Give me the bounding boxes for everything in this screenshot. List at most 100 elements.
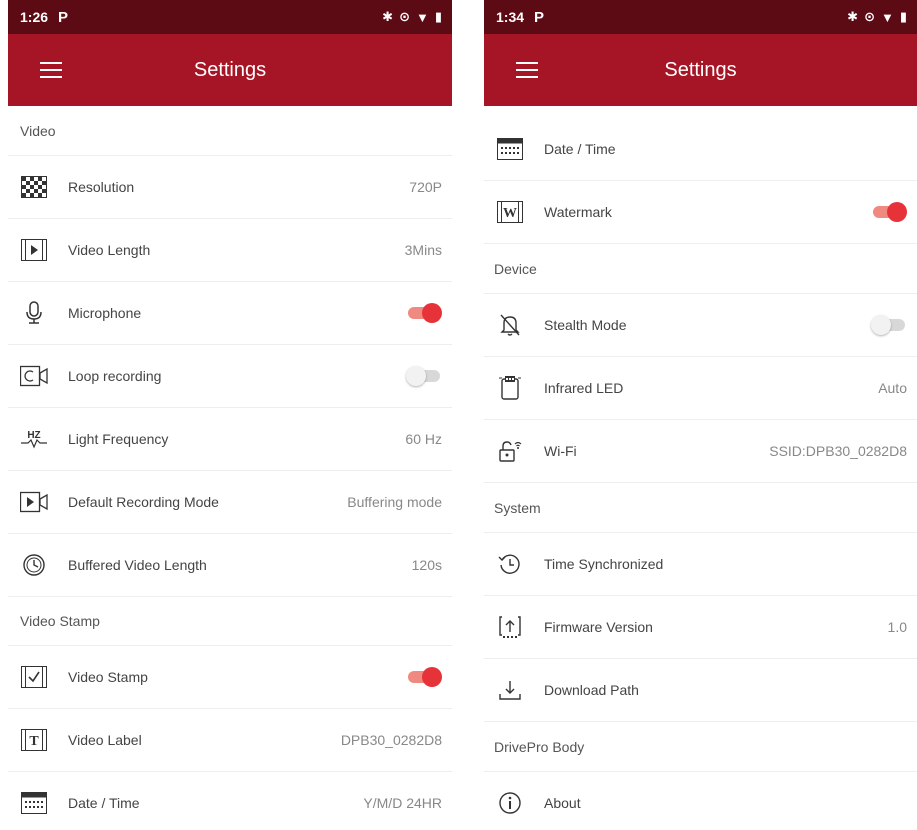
status-icons: ✱ ⊙ ▼ ▮ xyxy=(382,9,442,25)
setting-label: Download Path xyxy=(544,682,639,698)
calendar-icon xyxy=(20,789,48,817)
parking-icon: P xyxy=(534,8,545,26)
page-title: Settings xyxy=(193,58,267,81)
status-bar: 1:34 P ✱ ⊙ ▼ ▮ xyxy=(484,0,917,34)
setting-label: Light Frequency xyxy=(68,431,169,447)
microphone-toggle[interactable] xyxy=(406,303,442,323)
frequency-hz-icon: HZ xyxy=(20,425,48,453)
bell-off-icon xyxy=(496,311,524,339)
setting-loop-recording[interactable]: Loop recording xyxy=(8,345,452,408)
svg-text:W: W xyxy=(503,206,517,221)
setting-about[interactable]: About xyxy=(484,772,917,830)
firmware-upload-icon xyxy=(496,613,524,641)
location-icon: ⊙ xyxy=(864,9,875,24)
setting-value: DPB30_0282D8 xyxy=(340,732,442,748)
setting-label: Date / Time xyxy=(544,141,616,157)
history-clock-icon xyxy=(20,551,48,579)
setting-watermark[interactable]: W Watermark xyxy=(484,181,917,244)
parking-icon: P xyxy=(58,8,69,26)
setting-label: About xyxy=(544,795,581,811)
battery-icon: ▮ xyxy=(899,9,907,24)
app-bar: Settings xyxy=(8,34,452,106)
setting-wifi[interactable]: Wi-Fi SSID:DPB30_0282D8 xyxy=(484,420,917,483)
setting-label: Wi-Fi xyxy=(544,443,577,459)
setting-firmware-version[interactable]: Firmware Version 1.0 xyxy=(484,596,917,659)
watermark-toggle[interactable] xyxy=(871,202,907,222)
setting-video-stamp[interactable]: Video Stamp xyxy=(8,646,452,709)
setting-value: Y/M/D 24HR xyxy=(363,795,442,811)
battery-icon: ▮ xyxy=(434,9,442,24)
section-header-video: Video xyxy=(8,106,452,156)
setting-date-time[interactable]: Date / Time xyxy=(484,118,917,181)
watermark-icon: W xyxy=(496,198,524,226)
setting-resolution[interactable]: Resolution 720P xyxy=(8,156,452,219)
setting-video-label[interactable]: T Video Label DPB30_0282D8 xyxy=(8,709,452,772)
status-bar: 1:26 P ✱ ⊙ ▼ ▮ xyxy=(8,0,452,34)
setting-time-synchronized[interactable]: Time Synchronized xyxy=(484,533,917,596)
loop-recording-toggle[interactable] xyxy=(406,366,442,386)
setting-label: Default Recording Mode xyxy=(68,494,219,510)
microphone-icon xyxy=(20,299,48,327)
setting-label: Watermark xyxy=(544,204,612,220)
settings-screen-left: 1:26 P ✱ ⊙ ▼ ▮ Settings Video Resolution… xyxy=(8,0,452,830)
status-time: 1:26 xyxy=(20,9,49,25)
stealth-mode-toggle[interactable] xyxy=(871,315,907,335)
setting-label: Video Length xyxy=(68,242,151,258)
setting-value: 60 Hz xyxy=(405,431,442,447)
section-header-system: System xyxy=(484,483,917,533)
setting-stealth-mode[interactable]: Stealth Mode xyxy=(484,294,917,357)
setting-value: 3Mins xyxy=(404,242,442,258)
setting-label: Loop recording xyxy=(68,368,162,384)
bluetooth-icon: ✱ xyxy=(847,9,859,24)
setting-default-recording-mode[interactable]: Default Recording Mode Buffering mode xyxy=(8,471,452,534)
film-play-icon xyxy=(20,236,48,264)
bluetooth-icon: ✱ xyxy=(382,9,394,24)
setting-label: Stealth Mode xyxy=(544,317,627,333)
svg-text:HZ: HZ xyxy=(27,430,40,441)
setting-label: Microphone xyxy=(68,305,142,321)
setting-label: Firmware Version xyxy=(544,619,653,635)
setting-value: Buffering mode xyxy=(347,494,442,510)
status-time: 1:34 xyxy=(496,9,525,25)
section-header-video-stamp: Video Stamp xyxy=(8,597,452,646)
checkerboard-icon xyxy=(20,173,48,201)
film-check-icon xyxy=(20,663,48,691)
setting-label: Date / Time xyxy=(68,795,140,811)
setting-label: Infrared LED xyxy=(544,380,624,396)
infrared-led-icon xyxy=(496,374,524,402)
page-title: Settings xyxy=(664,58,737,81)
setting-video-length[interactable]: Video Length 3Mins xyxy=(8,219,452,282)
setting-value: 720P xyxy=(409,179,442,195)
setting-buffered-video-length[interactable]: Buffered Video Length 120s xyxy=(8,534,452,597)
status-icons: ✱ ⊙ ▼ ▮ xyxy=(847,9,907,25)
setting-microphone[interactable]: Microphone xyxy=(8,282,452,345)
app-bar: Settings xyxy=(484,34,917,106)
setting-light-frequency[interactable]: HZ Light Frequency 60 Hz xyxy=(8,408,452,471)
setting-value: SSID:DPB30_0282D8 xyxy=(769,443,907,459)
film-text-icon: T xyxy=(20,726,48,754)
wifi-lock-icon xyxy=(496,437,524,465)
setting-infrared-led[interactable]: Infrared LED Auto xyxy=(484,357,917,420)
section-header-drivepro-body: DrivePro Body xyxy=(484,722,917,772)
setting-label: Video Stamp xyxy=(68,669,148,685)
video-camera-play-icon xyxy=(20,488,48,516)
setting-date-time[interactable]: Date / Time Y/M/D 24HR xyxy=(8,772,452,830)
setting-label: Buffered Video Length xyxy=(68,557,207,573)
setting-value: Auto xyxy=(878,380,907,396)
download-icon xyxy=(496,676,524,704)
loop-camera-icon xyxy=(20,362,48,390)
setting-download-path[interactable]: Download Path xyxy=(484,659,917,722)
setting-value: 120s xyxy=(411,557,442,573)
wifi-status-icon: ▼ xyxy=(415,9,429,25)
section-header-device: Device xyxy=(484,244,917,294)
wifi-status-icon: ▼ xyxy=(880,9,894,25)
video-stamp-toggle[interactable] xyxy=(406,667,442,687)
info-icon xyxy=(496,789,524,817)
location-icon: ⊙ xyxy=(399,9,410,24)
calendar-icon xyxy=(496,135,524,163)
setting-value: 1.0 xyxy=(887,619,907,635)
hamburger-menu-icon[interactable] xyxy=(516,62,538,78)
svg-text:T: T xyxy=(29,734,39,749)
history-icon xyxy=(496,550,524,578)
hamburger-menu-icon[interactable] xyxy=(40,62,62,78)
